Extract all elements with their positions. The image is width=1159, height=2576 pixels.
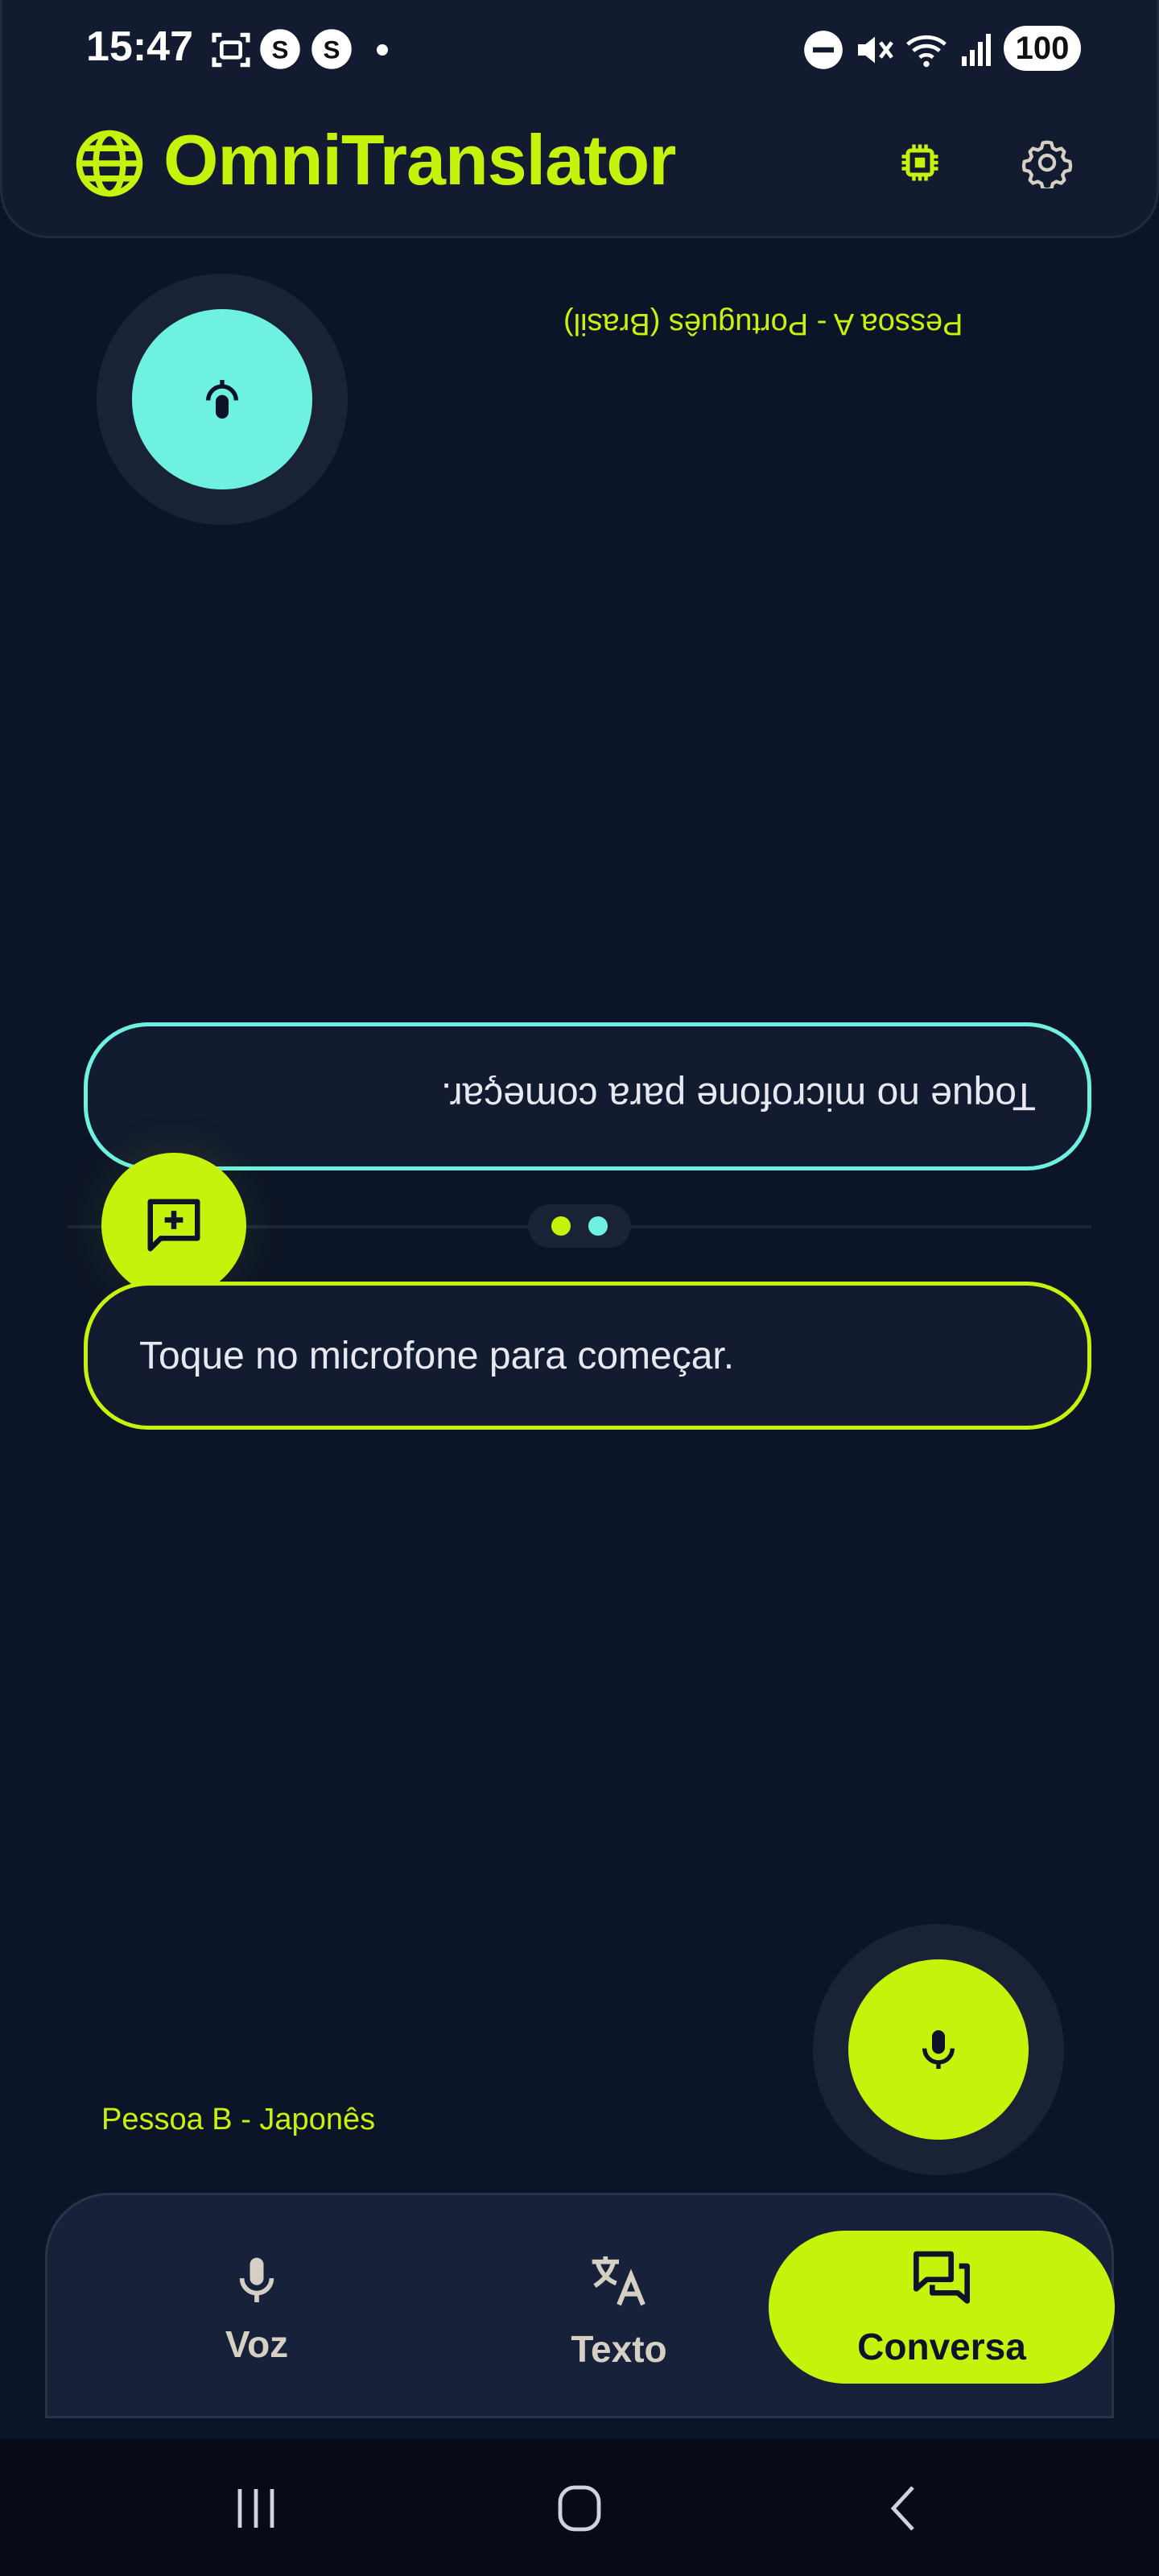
globe-icon [76, 130, 143, 197]
app-s-icon: S [260, 29, 300, 69]
person-b-bubble-text: Toque no microfone para começar. [139, 1334, 735, 1377]
person-b-mic-button[interactable] [848, 1959, 1029, 2140]
signal-icon [962, 34, 991, 66]
back-icon[interactable] [874, 2483, 932, 2534]
mic-icon [206, 380, 238, 419]
person-a-bubble: Toque no microfone para começar. [84, 1022, 1091, 1170]
mic-icon [922, 2030, 955, 2069]
person-b-label: Pessoa B - Japonês [101, 2103, 376, 2136]
add-comment-icon [147, 1199, 200, 1252]
person-a-label: Pessoa A - Português (Brasil) [563, 307, 963, 341]
mute-icon [858, 36, 893, 64]
recent-apps-icon[interactable] [227, 2483, 285, 2534]
person-a-bubble-text: Toque no microfone para começar. [440, 1075, 1036, 1118]
system-navigation-bar [0, 2439, 1159, 2576]
svg-text:S: S [271, 35, 288, 64]
nav-item-voz[interactable]: Voz [88, 2224, 426, 2395]
model-chip-button[interactable] [891, 134, 949, 192]
top-bar: 15:47 S S 100 OmniTranslator [0, 0, 1159, 238]
status-bar: 15:47 S S 100 [2, 0, 1159, 97]
app-s-icon: S [311, 29, 352, 69]
app-title: OmniTranslator [163, 120, 676, 200]
chat-icon [914, 2251, 970, 2304]
status-time: 15:47 [86, 23, 193, 70]
person-b-bubble: Toque no microfone para começar. [84, 1282, 1091, 1430]
settings-button[interactable] [1018, 134, 1076, 192]
indicator-dot-b [551, 1216, 571, 1236]
nav-item-texto[interactable]: Texto [450, 2224, 788, 2395]
person-a-mic-button[interactable] [132, 309, 312, 489]
battery-indicator: 100 [1004, 26, 1081, 71]
speaker-indicator [528, 1204, 631, 1248]
settings-icon [1021, 140, 1073, 188]
nav-item-conversa[interactable]: Conversa [769, 2231, 1115, 2384]
wifi-icon [906, 35, 947, 68]
home-icon[interactable] [551, 2483, 608, 2534]
person-b-mic-ring [813, 1924, 1064, 2175]
dnd-icon [804, 31, 843, 69]
svg-text:S: S [323, 35, 340, 64]
indicator-dot-a [588, 1216, 608, 1236]
nav-item-label: Texto [571, 2328, 667, 2370]
nav-item-label: Voz [225, 2323, 289, 2365]
person-a-mic-ring [97, 274, 348, 525]
screen: 15:47 S S 100 OmniTranslator Pessoa A - … [0, 0, 1159, 2576]
nav-item-label: Conversa [857, 2326, 1026, 2368]
bottom-navigation: Voz Texto Conversa [45, 2193, 1115, 2418]
new-conversation-button[interactable] [101, 1153, 246, 1298]
translate-icon [592, 2256, 645, 2306]
chip-icon [901, 144, 938, 181]
dot-icon [377, 44, 388, 56]
mic-icon [239, 2257, 274, 2302]
screenshot-icon [212, 32, 250, 68]
